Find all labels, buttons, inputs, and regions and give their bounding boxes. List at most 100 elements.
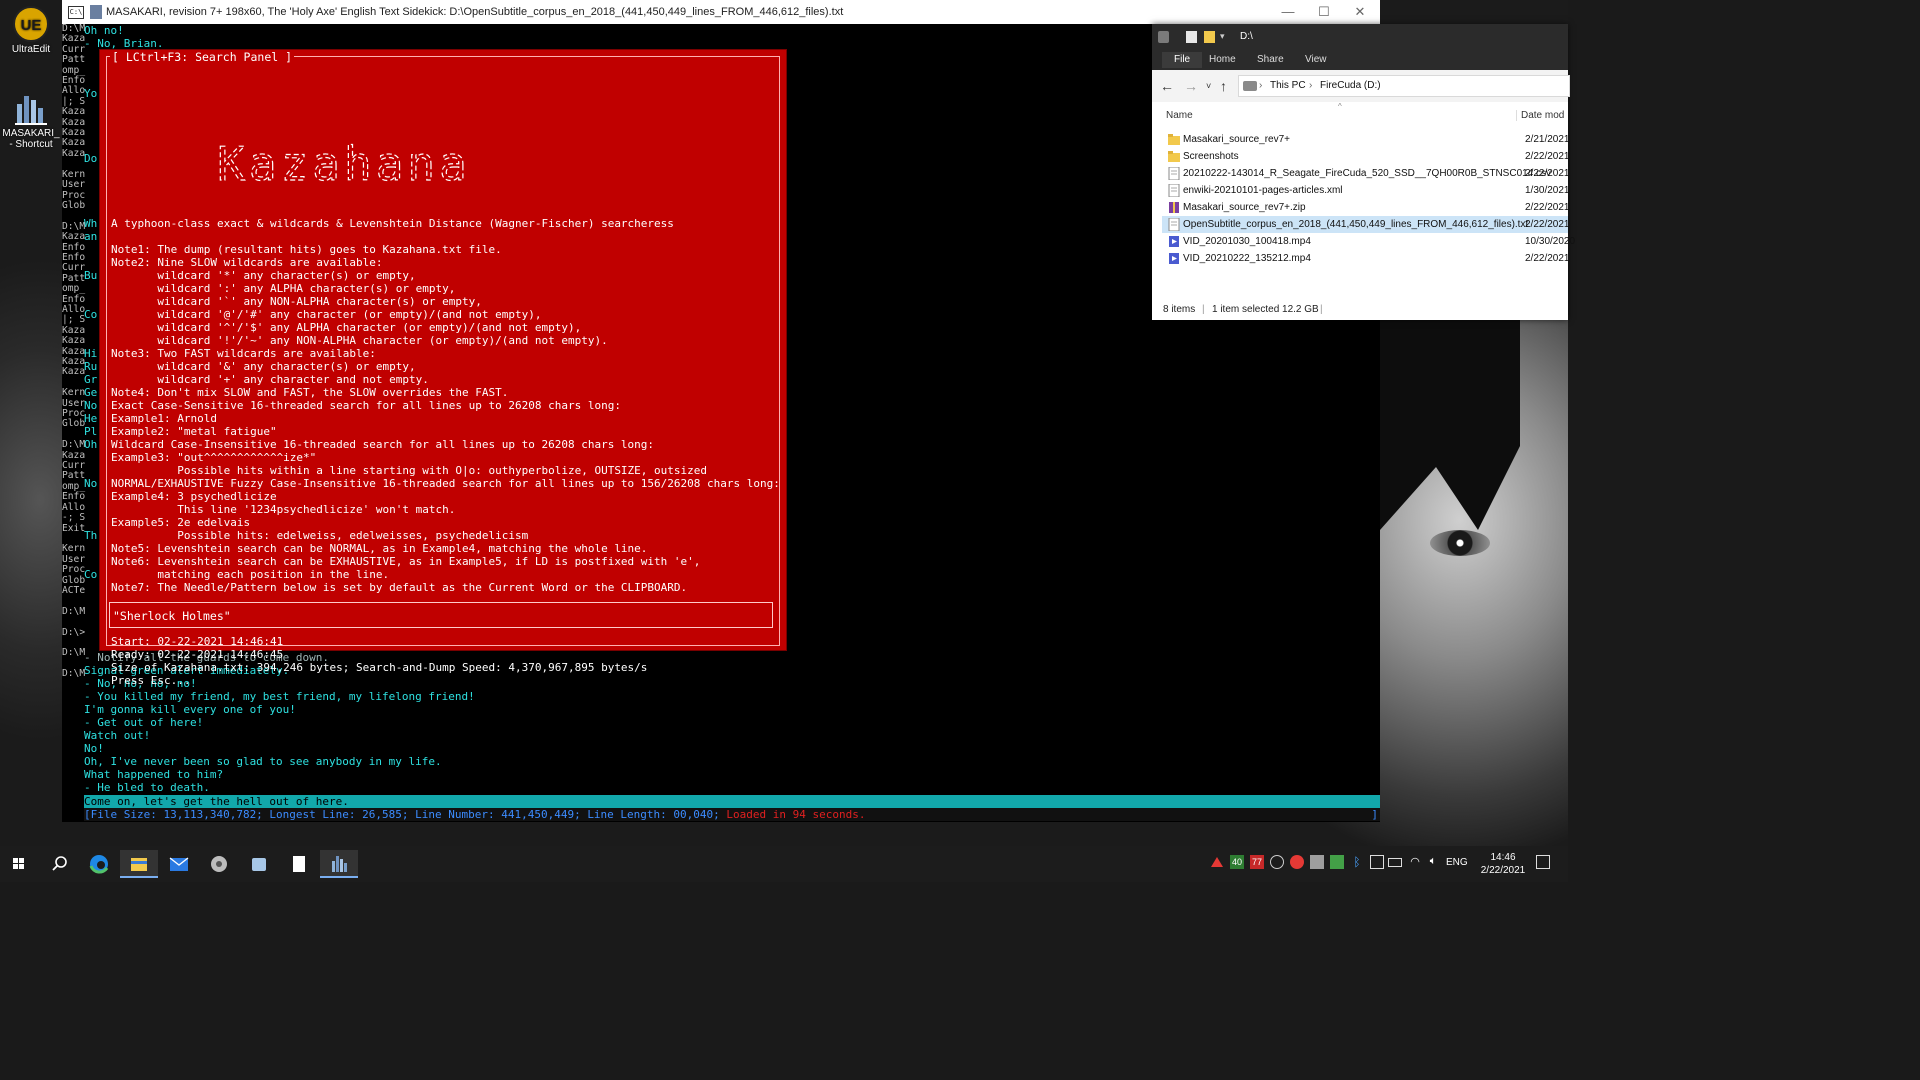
customize-toolbar-icon[interactable]: ▾ bbox=[1220, 31, 1231, 43]
subtitle-fragment: Yo bbox=[84, 87, 98, 100]
search-panel[interactable]: [ LCtrl+F3: Search Panel ] Kazahana A ty… bbox=[99, 49, 787, 687]
taskbar-notepad[interactable] bbox=[280, 850, 318, 878]
properties-icon[interactable] bbox=[1186, 31, 1197, 43]
volume-icon[interactable]: 🔈︎ bbox=[1426, 855, 1440, 869]
subtitle-fragment: He bbox=[84, 412, 98, 425]
edge-icon bbox=[89, 855, 109, 874]
search-panel-title: [ LCtrl+F3: Search Panel ] bbox=[110, 50, 295, 64]
clock[interactable]: 14:46 2/22/2021 bbox=[1474, 851, 1532, 877]
file-row[interactable]: OpenSubtitle_corpus_en_2018_(441,450,449… bbox=[1162, 216, 1570, 233]
file-name: OpenSubtitle_corpus_en_2018_(441,450,449… bbox=[1183, 219, 1529, 230]
masakari-icon bbox=[13, 90, 49, 126]
file-explorer-window[interactable]: ▾ D:\ File Home Share View ← → ˅ ↑ › Thi… bbox=[1152, 24, 1575, 320]
clock-date: 2/22/2021 bbox=[1480, 865, 1526, 876]
address-bar-area: ← → ˅ ↑ › This PC › FireCuda (D:) bbox=[1152, 70, 1570, 102]
subtitle-fragment: No bbox=[84, 477, 98, 490]
tray-icon[interactable] bbox=[1290, 855, 1304, 869]
file-row[interactable]: Screenshots 2/22/2021 bbox=[1162, 148, 1570, 165]
tray-badge[interactable]: 77 bbox=[1250, 855, 1264, 869]
nvidia-icon[interactable] bbox=[1330, 855, 1344, 869]
desktop-icon-ultraedit[interactable]: UE UltraEdit bbox=[2, 6, 60, 55]
current-line-highlight[interactable]: Come on, let's get the hell out of here. bbox=[84, 795, 1380, 808]
banner-text: Kazahana bbox=[217, 137, 471, 191]
folder-icon bbox=[131, 858, 147, 871]
recent-locations-chevron-icon[interactable]: ˅ bbox=[1206, 81, 1211, 91]
video-file-icon bbox=[1168, 252, 1180, 265]
file-row[interactable]: Masakari_source_rev7+ 2/21/2021 bbox=[1162, 131, 1570, 148]
tab-share[interactable]: Share bbox=[1257, 54, 1284, 65]
forward-arrow-icon[interactable]: → bbox=[1184, 78, 1198, 94]
taskbar-masakari[interactable] bbox=[320, 850, 358, 878]
tray-badge[interactable]: 40 bbox=[1230, 855, 1244, 869]
explorer-status-bar: 8 items | 1 item selected 12.2 GB | bbox=[1152, 296, 1568, 320]
taskbar-edge[interactable] bbox=[80, 850, 118, 878]
scroll-app-icon bbox=[252, 858, 266, 871]
language-indicator[interactable]: ENG bbox=[1446, 857, 1468, 868]
breadcrumb-this-pc[interactable]: This PC bbox=[1270, 80, 1306, 91]
search-result: Start: 02-22-2021 14:46:41 Ready: 02-22-… bbox=[111, 635, 648, 687]
drive-icon bbox=[1243, 81, 1257, 91]
tab-home[interactable]: Home bbox=[1209, 54, 1236, 65]
file-date: 10/30/2020 bbox=[1525, 236, 1576, 247]
up-arrow-icon[interactable]: ↑ bbox=[1220, 78, 1227, 94]
file-name: 20210222-143014_R_Seagate_FireCuda_520_S… bbox=[1183, 168, 1552, 179]
item-count: 8 items bbox=[1163, 304, 1196, 315]
tray-icon[interactable] bbox=[1370, 855, 1384, 869]
column-date[interactable]: Date mod bbox=[1516, 110, 1564, 121]
console-titlebar[interactable]: C:\ MASAKARI, revision 7+ 198x60, The 'H… bbox=[62, 0, 1380, 24]
battery-icon[interactable] bbox=[1388, 858, 1402, 867]
text-file-icon bbox=[1168, 217, 1180, 232]
bluetooth-icon[interactable]: ᛒ bbox=[1350, 855, 1364, 869]
taskbar-app[interactable] bbox=[240, 850, 278, 878]
tab-view[interactable]: View bbox=[1305, 54, 1327, 65]
text-file-icon bbox=[1168, 166, 1180, 181]
drive-icon bbox=[1158, 31, 1169, 43]
notifications-icon[interactable] bbox=[1536, 855, 1550, 869]
wifi-icon[interactable]: ◠ bbox=[1408, 855, 1422, 869]
tray-icon[interactable] bbox=[1270, 855, 1284, 869]
tray-icon[interactable] bbox=[1310, 855, 1324, 869]
subtitle-line: I'm gonna kill every one of you! bbox=[84, 703, 296, 716]
new-folder-icon[interactable] bbox=[1204, 31, 1215, 43]
ribbon-tabs: File Home Share View bbox=[1152, 50, 1568, 70]
taskbar-mail[interactable] bbox=[160, 850, 198, 878]
tab-file[interactable]: File bbox=[1162, 52, 1203, 68]
mail-icon bbox=[169, 857, 189, 871]
video-file-icon bbox=[1168, 235, 1180, 248]
nvidia-warning-icon[interactable] bbox=[1210, 855, 1224, 869]
maximize-button[interactable]: ☐ bbox=[1306, 0, 1342, 24]
subtitle-fragment: Ru bbox=[84, 360, 98, 373]
folder-icon bbox=[1168, 133, 1180, 146]
desktop-icon-label: UltraEdit bbox=[11, 44, 51, 55]
subtitle-line: - You killed my friend, my best friend, … bbox=[84, 690, 475, 703]
file-name: VID_20201030_100418.mp4 bbox=[1183, 236, 1311, 247]
file-name: enwiki-20210101-pages-articles.xml bbox=[1183, 185, 1343, 196]
status-info: [File Size: 13,113,340,782; Longest Line… bbox=[84, 808, 720, 821]
taskbar-app[interactable] bbox=[200, 850, 238, 878]
subtitle-fragment: No bbox=[84, 399, 98, 412]
subtitle-fragment: Pl bbox=[84, 425, 98, 438]
subtitle-fragment: Hi bbox=[84, 347, 98, 360]
search-button[interactable] bbox=[40, 850, 78, 878]
file-date: 1/30/2021 bbox=[1525, 185, 1570, 196]
breadcrumb-drive[interactable]: FireCuda (D:) bbox=[1320, 80, 1381, 91]
file-row[interactable]: VID_20201030_100418.mp4 10/30/2020 bbox=[1162, 233, 1575, 250]
needle-input[interactable]: "Sherlock Holmes" bbox=[109, 602, 773, 628]
file-name: Masakari_source_rev7+ bbox=[1183, 134, 1290, 145]
close-button[interactable]: ✕ bbox=[1342, 0, 1378, 24]
start-button[interactable] bbox=[0, 850, 38, 878]
back-arrow-icon[interactable]: ← bbox=[1160, 78, 1174, 94]
subtitle-line: No! bbox=[84, 742, 104, 755]
ultraedit-icon: UE bbox=[13, 6, 49, 42]
file-row[interactable]: enwiki-20210101-pages-articles.xml 1/30/2… bbox=[1162, 182, 1570, 199]
file-row[interactable]: 20210222-143014_R_Seagate_FireCuda_520_S… bbox=[1162, 165, 1570, 182]
column-headers: Name ^ Date mod bbox=[1152, 102, 1568, 128]
file-row[interactable]: Masakari_source_rev7+.zip 2/22/2021 bbox=[1162, 199, 1570, 216]
explorer-titlebar[interactable]: ▾ D:\ bbox=[1152, 24, 1568, 50]
column-name[interactable]: Name bbox=[1166, 110, 1193, 121]
file-row[interactable]: VID_20210222_135212.mp4 2/22/2021 bbox=[1162, 250, 1570, 267]
address-path[interactable]: › This PC › FireCuda (D:) bbox=[1238, 75, 1570, 97]
desktop-icon-masakari-shortcut[interactable]: MASAKARI_ - Shortcut bbox=[2, 90, 60, 150]
minimize-button[interactable]: — bbox=[1270, 0, 1306, 24]
taskbar-file-explorer[interactable] bbox=[120, 850, 158, 878]
